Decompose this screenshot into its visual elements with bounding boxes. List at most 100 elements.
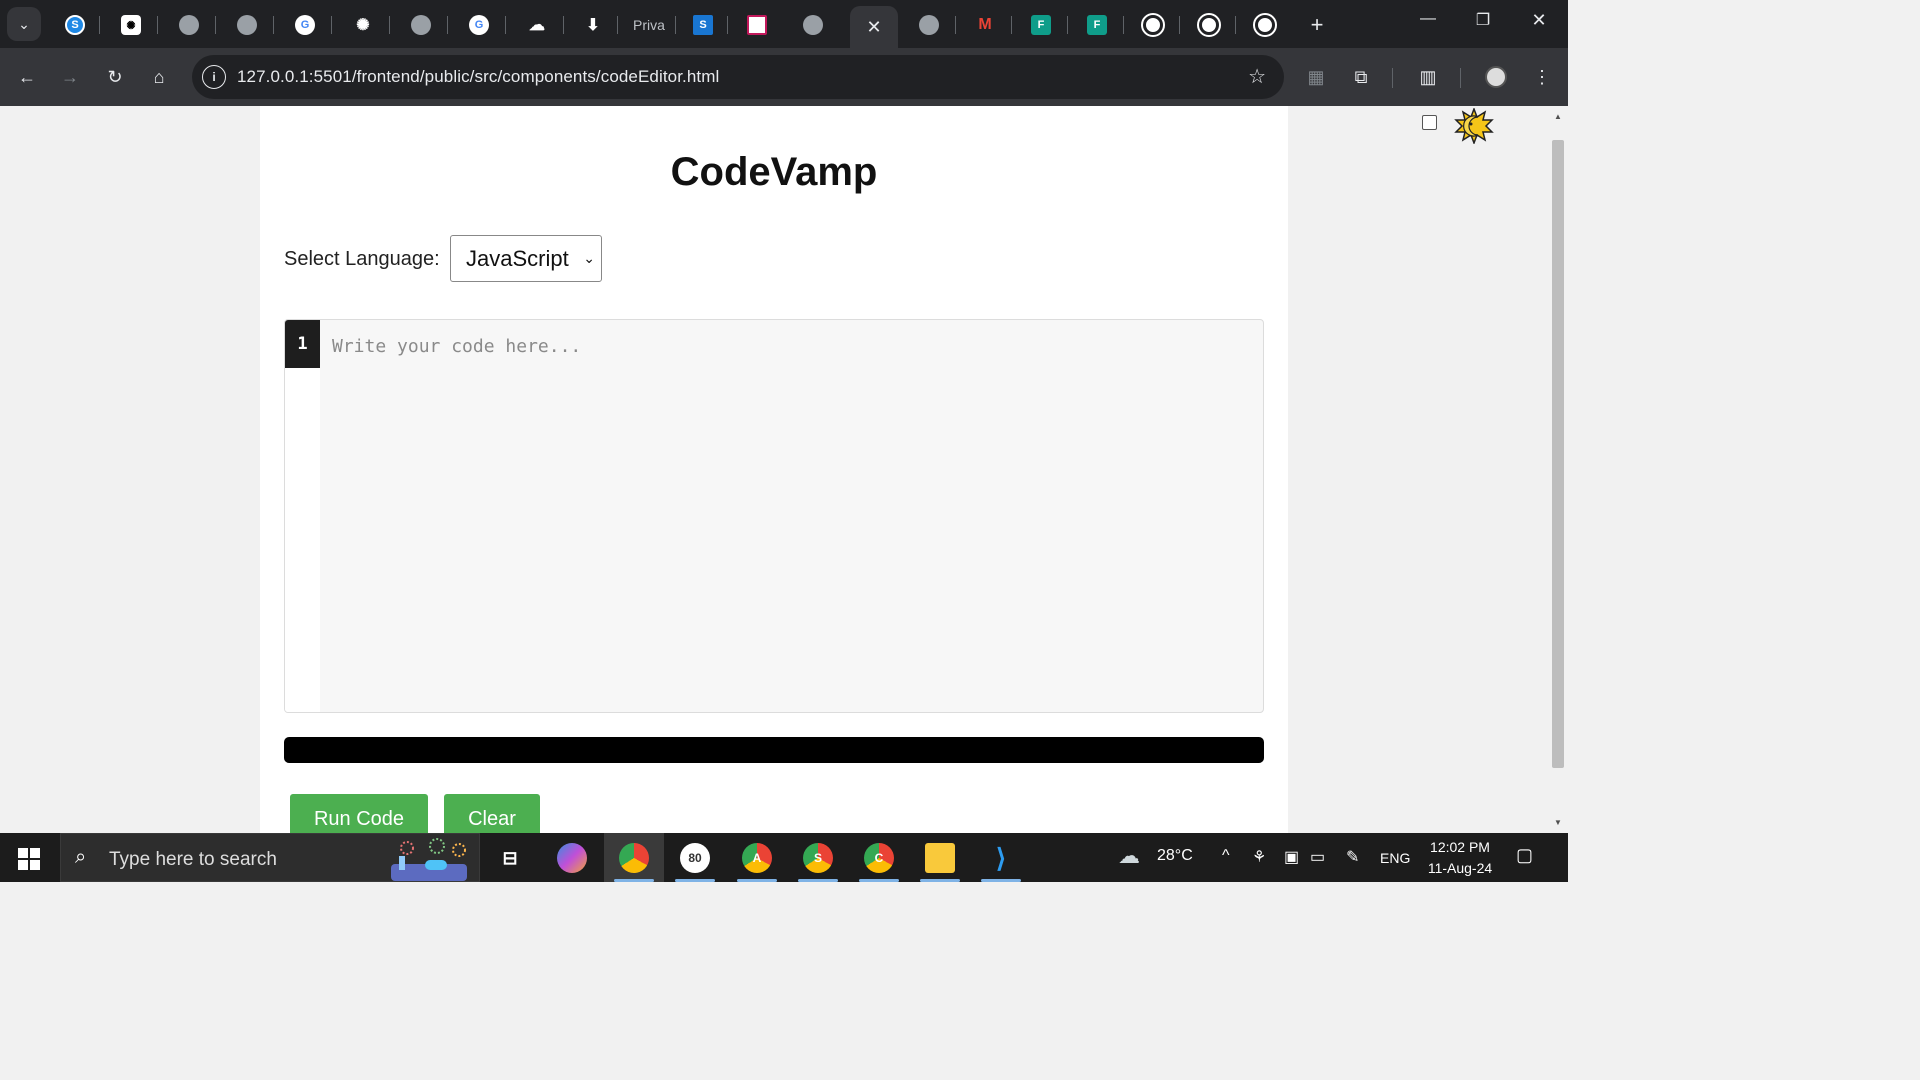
- puzzle-icon: ⧉: [1354, 66, 1368, 87]
- tab-gmail[interactable]: M: [958, 8, 1012, 42]
- tab-globe-5[interactable]: [902, 8, 956, 42]
- site-info-icon[interactable]: i: [202, 65, 226, 89]
- chrome-profile-s-icon[interactable]: S: [803, 843, 833, 873]
- reload-icon: ↻: [107, 66, 123, 87]
- extensions-button[interactable]: ⧉: [1349, 65, 1373, 89]
- tab-cloud[interactable]: ☁: [510, 8, 564, 42]
- vscode-icon[interactable]: ⟩: [986, 843, 1016, 873]
- globe-icon: [237, 15, 257, 35]
- copilot-icon[interactable]: [557, 843, 587, 873]
- reading-list-button[interactable]: ▥: [1416, 65, 1440, 89]
- code-input[interactable]: Write your code here...: [332, 336, 581, 357]
- tab-search-button[interactable]: ⌄: [7, 7, 41, 41]
- sun-moon-icon: [1454, 108, 1494, 144]
- file-explorer-icon[interactable]: [925, 843, 955, 873]
- tab-sonar[interactable]: S: [50, 8, 100, 42]
- line-gutter: [285, 320, 320, 712]
- chrome-icon[interactable]: [619, 843, 649, 873]
- bookmark-star-icon[interactable]: ☆: [1248, 64, 1266, 89]
- weather-icon[interactable]: ☁: [1118, 843, 1140, 869]
- scroll-down-icon[interactable]: ▼: [1552, 818, 1564, 827]
- profile-button[interactable]: [1484, 65, 1508, 89]
- taskbar-search-placeholder: Type here to search: [109, 849, 277, 870]
- window-close-button[interactable]: ✕: [1524, 10, 1554, 31]
- chevron-down-icon: ⌄: [18, 15, 30, 32]
- taskbar-search[interactable]: ⌕ Type here to search: [60, 833, 480, 882]
- notification-icon[interactable]: ▢: [1516, 845, 1533, 866]
- task-view-icon[interactable]: ⊟: [495, 843, 525, 873]
- tab-s-doc[interactable]: S: [678, 8, 728, 42]
- page-scrollbar[interactable]: ▲ ▼: [1548, 106, 1568, 833]
- pen-icon[interactable]: ✎: [1346, 847, 1359, 867]
- globe-icon: [919, 15, 939, 35]
- home-button[interactable]: ⌂: [147, 65, 171, 89]
- taskbar: ⌕ Type here to search ⊟ 80 A S C ⟩ ☁ 28°…: [0, 833, 1568, 882]
- chrome-profile-c-icon[interactable]: C: [864, 843, 894, 873]
- chatgpt-icon: ✺: [356, 17, 370, 34]
- extension-checkbox[interactable]: [1422, 115, 1437, 130]
- reload-button[interactable]: ↻: [103, 65, 127, 89]
- forward-button[interactable]: →: [58, 65, 82, 89]
- tab-label: Priva: [633, 17, 665, 33]
- code-editor[interactable]: 1 Write your code here...: [284, 319, 1264, 713]
- tab-forms-1[interactable]: F: [1014, 8, 1068, 42]
- forms-icon: F: [1087, 15, 1107, 35]
- tab-globe-2[interactable]: [220, 8, 274, 42]
- tab-forms-2[interactable]: F: [1070, 8, 1124, 42]
- tab-private[interactable]: Priva: [622, 8, 676, 42]
- tab-document[interactable]: [732, 8, 782, 42]
- browser-toolbar: ← → ↻ ⌂ i 127.0.0.1:5501/frontend/public…: [0, 48, 1568, 106]
- tab-globe-1[interactable]: [162, 8, 216, 42]
- menu-button[interactable]: ⋮: [1530, 65, 1554, 89]
- weather-temp[interactable]: 28°C: [1157, 847, 1193, 865]
- chrome-profile-a-icon[interactable]: A: [742, 843, 772, 873]
- restore-button[interactable]: ❐: [1468, 10, 1498, 30]
- language-select[interactable]: JavaScript ⌄: [450, 235, 602, 282]
- book-icon: ▥: [1419, 66, 1437, 87]
- tab-github-3[interactable]: [1238, 8, 1292, 42]
- tab-google-2[interactable]: G: [452, 8, 506, 42]
- cast-icon: ▦: [1307, 66, 1325, 87]
- windows-start-button[interactable]: [18, 848, 40, 870]
- globe-icon: [803, 15, 823, 35]
- battery-icon[interactable]: ▭: [1310, 847, 1325, 867]
- network-icon[interactable]: ⚘: [1252, 847, 1266, 867]
- chrome-profile-80-icon[interactable]: 80: [680, 843, 710, 873]
- tab-active[interactable]: ✕: [850, 6, 898, 48]
- tab-chatgpt[interactable]: ✺: [104, 8, 158, 42]
- run-code-button[interactable]: Run Code: [290, 794, 428, 833]
- fireworks-icon: [391, 838, 467, 881]
- clock[interactable]: 12:02 PM 11-Aug-24: [1420, 837, 1500, 879]
- clock-date: 11-Aug-24: [1427, 860, 1493, 876]
- new-tab-button[interactable]: +: [1304, 12, 1330, 38]
- github-icon: [1197, 13, 1221, 37]
- close-icon[interactable]: ✕: [866, 17, 881, 38]
- address-bar[interactable]: i 127.0.0.1:5501/frontend/public/src/com…: [192, 55, 1284, 99]
- google-icon: G: [469, 15, 489, 35]
- tab-downloads[interactable]: ⬇: [568, 8, 618, 42]
- chevron-up-icon[interactable]: ^: [1222, 847, 1230, 865]
- cast-button[interactable]: ▦: [1304, 65, 1328, 89]
- scroll-thumb[interactable]: [1552, 140, 1564, 768]
- minimize-button[interactable]: —: [1413, 10, 1443, 28]
- tab-globe-3[interactable]: [394, 8, 448, 42]
- arrow-right-icon: →: [61, 66, 79, 87]
- cloud-icon: ☁: [529, 17, 545, 34]
- tab-globe-4[interactable]: [788, 8, 838, 42]
- tab-google-1[interactable]: G: [278, 8, 332, 42]
- clock-time: 12:02 PM: [1430, 839, 1490, 855]
- scroll-up-icon[interactable]: ▲: [1552, 112, 1564, 121]
- tab-github-2[interactable]: [1182, 8, 1236, 42]
- more-vert-icon: ⋮: [1533, 66, 1551, 87]
- forms-icon: F: [1031, 15, 1051, 35]
- language-label: Select Language:: [284, 248, 440, 270]
- url-text[interactable]: 127.0.0.1:5501/frontend/public/src/compo…: [237, 67, 719, 87]
- page-title: CodeVamp: [670, 150, 878, 194]
- input-language[interactable]: ENG: [1380, 850, 1410, 866]
- meet-now-icon[interactable]: ▣: [1284, 847, 1299, 867]
- clear-button[interactable]: Clear: [444, 794, 540, 833]
- tab-github-1[interactable]: [1126, 8, 1180, 42]
- tab-chatgpt-2[interactable]: ✺: [336, 8, 390, 42]
- back-button[interactable]: ←: [15, 65, 39, 89]
- line-number: 1: [285, 320, 320, 368]
